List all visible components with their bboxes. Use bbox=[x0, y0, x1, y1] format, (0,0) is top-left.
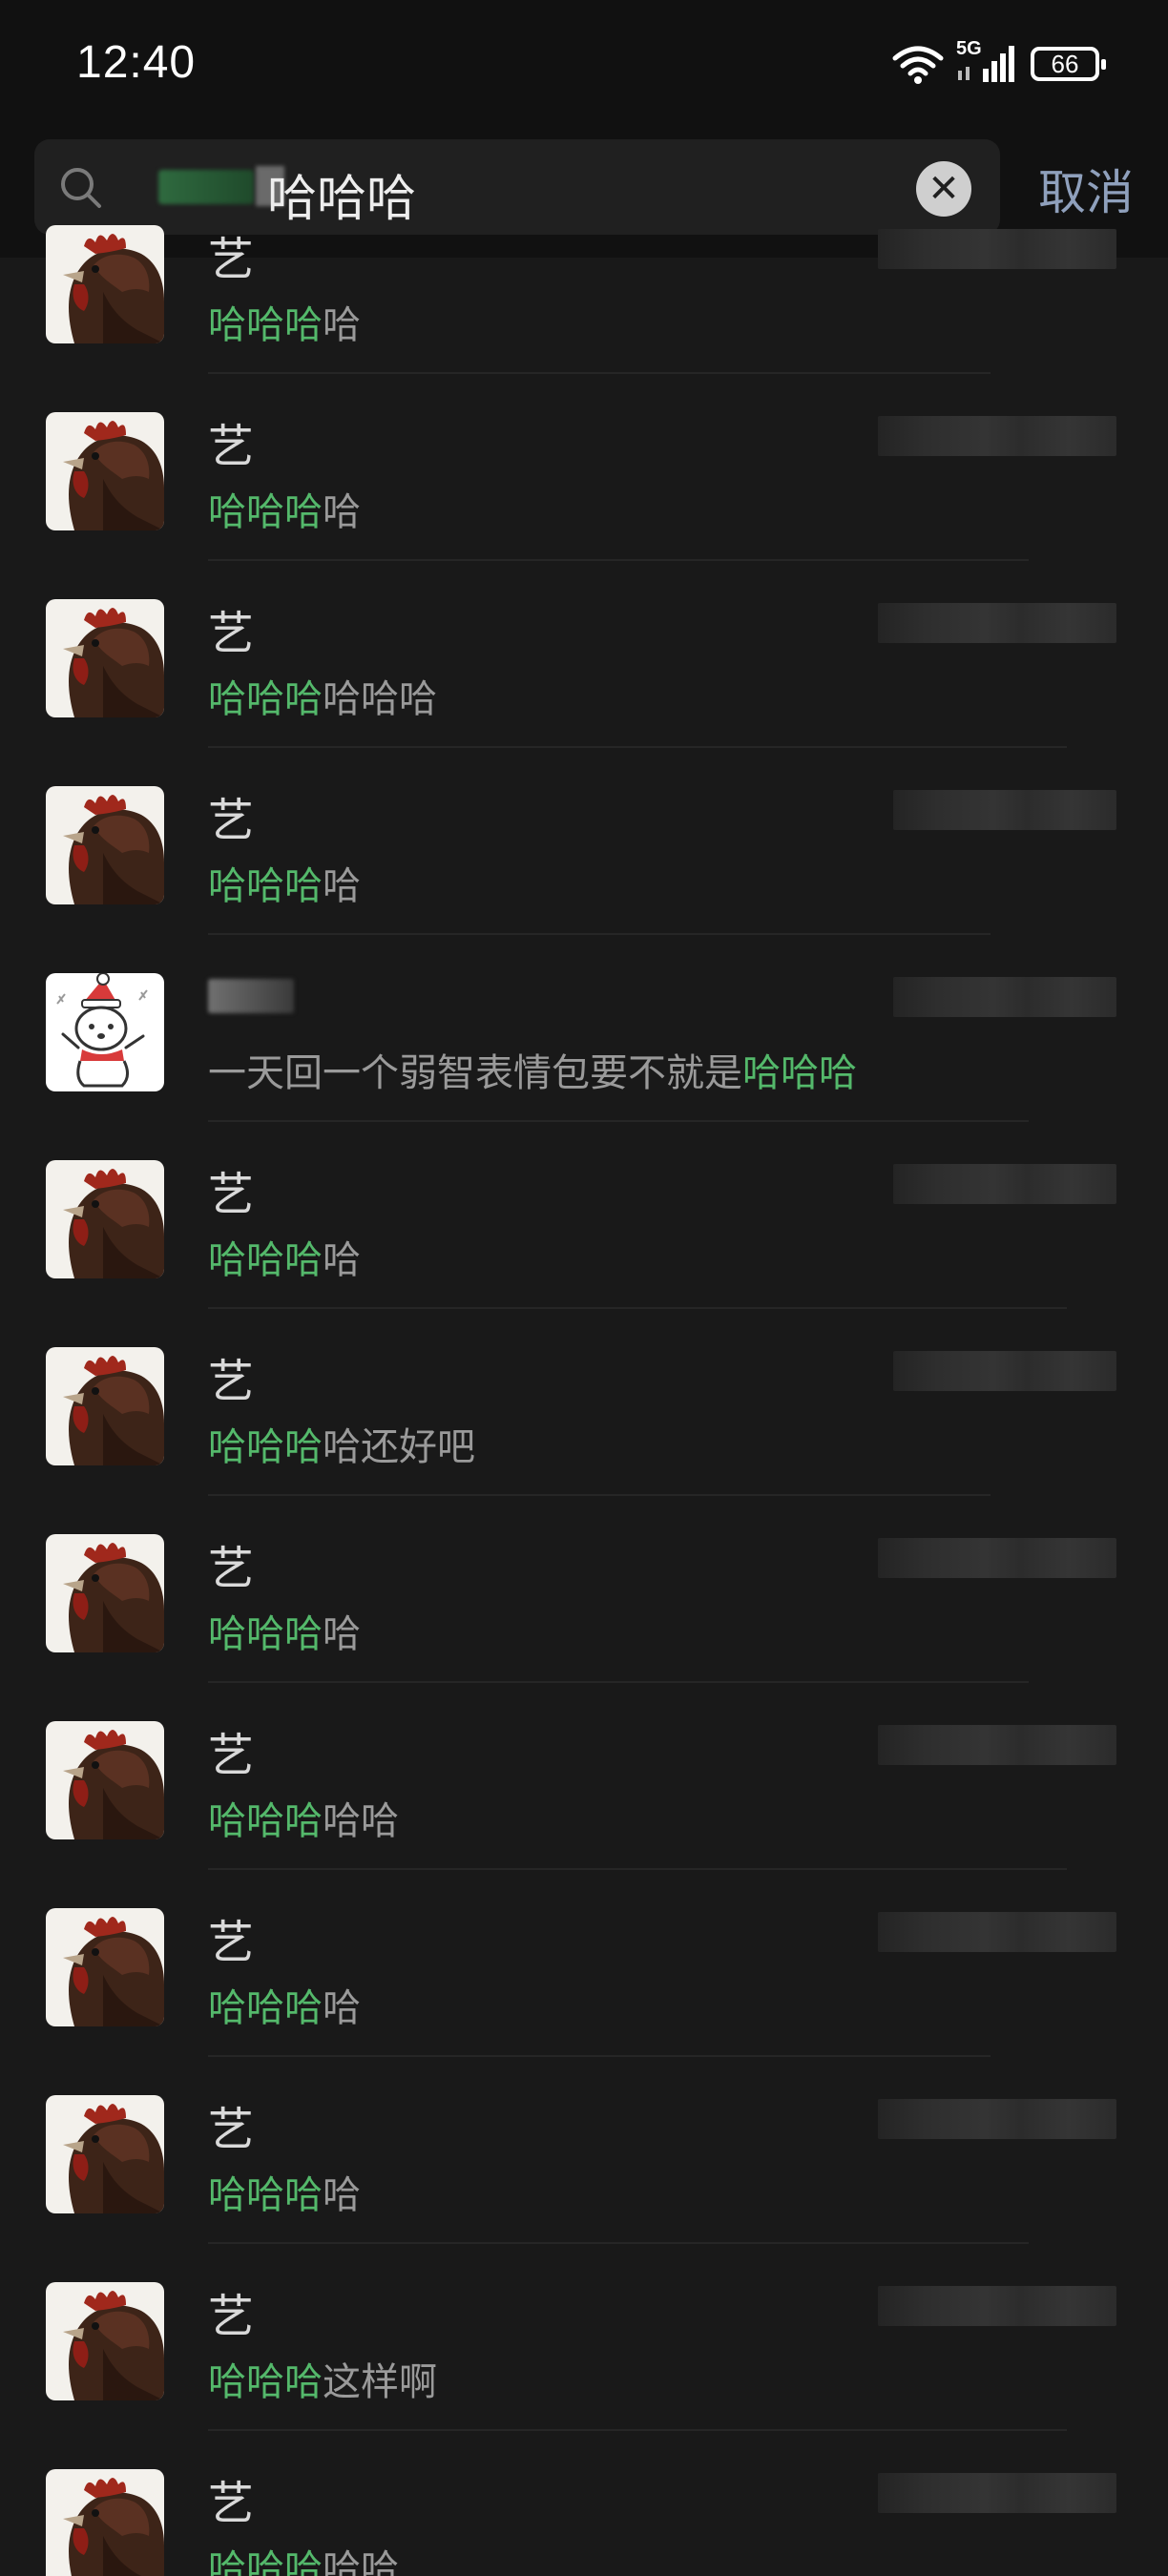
avatar-rooster[interactable] bbox=[46, 2095, 164, 2213]
result-row[interactable]: 艺哈哈哈哈 bbox=[0, 2057, 1168, 2244]
snippet-rest: 哈 bbox=[323, 490, 361, 534]
avatar-rooster[interactable] bbox=[46, 599, 164, 717]
status-bar: 12:40 5G 66 bbox=[0, 0, 1168, 134]
snippet-highlight: 哈哈哈 bbox=[208, 490, 323, 534]
result-row[interactable]: 艺哈哈哈哈 bbox=[0, 1496, 1168, 1683]
snippet-highlight: 哈哈哈 bbox=[208, 1612, 323, 1656]
sender-name: 艺 bbox=[208, 2103, 255, 2156]
avatar-rooster[interactable] bbox=[46, 1534, 164, 1652]
result-row[interactable]: 艺哈哈哈哈 bbox=[0, 187, 1168, 374]
redacted-timestamp bbox=[878, 2099, 1116, 2139]
snippet-highlight: 哈哈哈 bbox=[208, 303, 323, 347]
snippet-highlight: 哈哈哈 bbox=[208, 1799, 323, 1843]
sender-name: 艺 bbox=[208, 233, 255, 286]
message-snippet: 哈哈哈哈哈 bbox=[208, 1790, 399, 1845]
snippet-highlight: 哈哈哈 bbox=[208, 1986, 323, 2030]
sender-name: 艺 bbox=[208, 2477, 255, 2530]
redacted-timestamp bbox=[878, 1912, 1116, 1952]
redacted-timestamp bbox=[878, 416, 1116, 456]
snippet-prefix: 一天回一个弱智表情包要不就是 bbox=[208, 1051, 742, 1095]
message-snippet: 哈哈哈哈哈哈 bbox=[208, 668, 437, 723]
result-row[interactable]: 艺哈哈哈哈哈 bbox=[0, 1683, 1168, 1870]
result-row[interactable]: 艺哈哈哈哈 bbox=[0, 748, 1168, 935]
redacted-timestamp bbox=[893, 1351, 1116, 1391]
message-snippet: 哈哈哈哈 bbox=[208, 2164, 361, 2219]
result-row[interactable]: 艺哈哈哈哈 bbox=[0, 1870, 1168, 2057]
avatar-rooster[interactable] bbox=[46, 2282, 164, 2400]
result-row[interactable]: 一天回一个弱智表情包要不就是哈哈哈 bbox=[0, 935, 1168, 1122]
message-snippet: 哈哈哈哈 bbox=[208, 294, 361, 349]
result-row[interactable]: 艺哈哈哈这样啊 bbox=[0, 2244, 1168, 2431]
avatar-rooster[interactable] bbox=[46, 1721, 164, 1839]
redacted-timestamp bbox=[893, 977, 1116, 1017]
message-snippet: 哈哈哈哈 bbox=[208, 1229, 361, 1284]
sender-name: 艺 bbox=[208, 607, 255, 660]
message-snippet: 哈哈哈哈 bbox=[208, 1603, 361, 1658]
redacted-timestamp bbox=[878, 2473, 1116, 2513]
snippet-rest: 哈哈哈 bbox=[323, 677, 437, 721]
redacted-timestamp bbox=[878, 603, 1116, 643]
sender-name: 艺 bbox=[208, 1355, 255, 1408]
sender-name: 艺 bbox=[208, 794, 255, 847]
result-row[interactable]: 艺哈哈哈哈哈哈 bbox=[0, 561, 1168, 748]
snippet-highlight: 哈哈哈 bbox=[742, 1051, 857, 1095]
snippet-rest: 哈 bbox=[323, 1612, 361, 1656]
avatar-rooster[interactable] bbox=[46, 1347, 164, 1465]
redacted-timestamp bbox=[893, 790, 1116, 830]
snippet-rest: 哈还好吧 bbox=[323, 1425, 475, 1469]
avatar-rooster[interactable] bbox=[46, 412, 164, 530]
message-snippet: 哈哈哈哈 bbox=[208, 481, 361, 536]
snippet-highlight: 哈哈哈 bbox=[208, 1425, 323, 1469]
avatar-rooster[interactable] bbox=[46, 225, 164, 343]
status-icons: 5G 66 bbox=[891, 38, 1106, 88]
snippet-highlight: 哈哈哈 bbox=[208, 2547, 323, 2576]
status-time: 12:40 bbox=[76, 37, 197, 88]
snippet-rest: 哈 bbox=[323, 1986, 361, 2030]
snippet-rest: 哈 bbox=[323, 2173, 361, 2217]
avatar-rooster[interactable] bbox=[46, 2469, 164, 2576]
avatar-rooster[interactable] bbox=[46, 1908, 164, 2026]
snippet-rest: 哈哈 bbox=[323, 2547, 399, 2576]
redacted-timestamp bbox=[893, 1164, 1116, 1204]
snippet-rest: 哈哈 bbox=[323, 1799, 399, 1843]
result-row[interactable]: 艺哈哈哈哈哈 bbox=[0, 2431, 1168, 2576]
sender-name: 艺 bbox=[208, 1916, 255, 1969]
message-snippet: 哈哈哈哈哈 bbox=[208, 2538, 399, 2576]
snippet-highlight: 哈哈哈 bbox=[208, 2173, 323, 2217]
avatar-bear[interactable] bbox=[46, 973, 164, 1091]
result-row[interactable]: 艺哈哈哈哈还好吧 bbox=[0, 1309, 1168, 1496]
redacted-name bbox=[208, 979, 294, 1013]
sender-name: 艺 bbox=[208, 1168, 255, 1221]
message-snippet: 哈哈哈这样啊 bbox=[208, 2351, 437, 2406]
redacted-timestamp bbox=[878, 2286, 1116, 2326]
signal-icon: 5G bbox=[956, 38, 1019, 86]
snippet-highlight: 哈哈哈 bbox=[208, 677, 323, 721]
battery-icon: 66 bbox=[1031, 47, 1106, 81]
message-snippet: 哈哈哈哈 bbox=[208, 1977, 361, 2032]
redacted-timestamp bbox=[878, 1538, 1116, 1578]
sender-name: 艺 bbox=[208, 1729, 255, 1782]
message-snippet: 一天回一个弱智表情包要不就是哈哈哈 bbox=[208, 1042, 857, 1097]
snippet-highlight: 哈哈哈 bbox=[208, 864, 323, 908]
snippet-rest: 哈 bbox=[323, 864, 361, 908]
snippet-highlight: 哈哈哈 bbox=[208, 1238, 323, 1282]
search-results-screen: 12:40 5G 66 哈哈哈 ✕ 取消 艺 哈哈哈哈 艺 哈哈哈哈 艺 哈哈哈… bbox=[0, 0, 1168, 2576]
result-row[interactable]: 艺哈哈哈哈 bbox=[0, 374, 1168, 561]
snippet-highlight: 哈哈哈 bbox=[208, 2360, 323, 2404]
snippet-rest: 哈 bbox=[323, 303, 361, 347]
snippet-rest: 哈 bbox=[323, 1238, 361, 1282]
wifi-icon bbox=[892, 46, 944, 84]
redacted-timestamp bbox=[878, 229, 1116, 269]
avatar-rooster[interactable] bbox=[46, 786, 164, 904]
sender-name: 艺 bbox=[208, 420, 255, 473]
message-snippet: 哈哈哈哈还好吧 bbox=[208, 1416, 475, 1471]
result-row[interactable]: 艺哈哈哈哈 bbox=[0, 1122, 1168, 1309]
avatar-rooster[interactable] bbox=[46, 1160, 164, 1278]
redacted-timestamp bbox=[878, 1725, 1116, 1765]
message-snippet: 哈哈哈哈 bbox=[208, 855, 361, 910]
sender-name: 艺 bbox=[208, 1542, 255, 1595]
sender-name: 艺 bbox=[208, 2290, 255, 2343]
snippet-rest: 这样啊 bbox=[323, 2360, 437, 2404]
